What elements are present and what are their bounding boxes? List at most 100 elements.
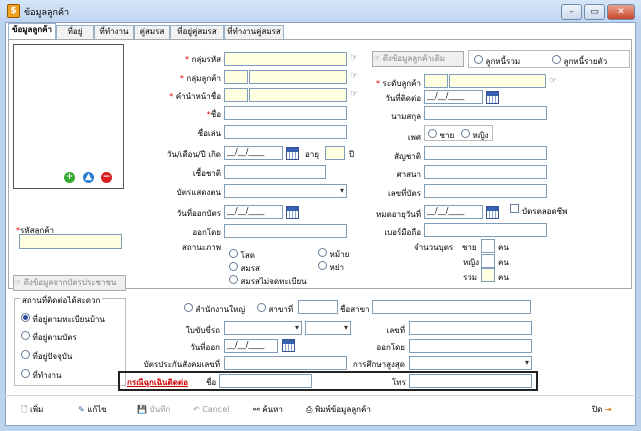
head-office-radio[interactable]: สำนักงานใหญ่ (184, 303, 245, 316)
nationality-input[interactable] (424, 146, 547, 160)
printer-icon: ⎙ (306, 405, 313, 414)
first-name-input[interactable] (224, 106, 347, 120)
id-number-input[interactable] (424, 184, 547, 198)
religion-label: ศาสนา (396, 170, 421, 179)
contact-option-current-address[interactable]: ที่อยู่ปัจจุบัน (21, 350, 72, 363)
ethnicity-input[interactable] (224, 165, 326, 179)
lifetime-card-checkbox[interactable] (510, 204, 519, 213)
emergency-phone-input[interactable] (409, 374, 532, 388)
window-title: ข้อมูลลูกค้า (24, 8, 70, 18)
customer-group-name-input[interactable] (249, 70, 347, 84)
issue-date-label: วันที่ออกบัตร (176, 209, 221, 218)
gender-female-radio[interactable]: หญิง (461, 129, 489, 142)
customer-level-label: ระดับลูกค้า (382, 79, 421, 88)
expiry-calendar-icon[interactable] (486, 206, 499, 219)
contact-option-id-card-address[interactable]: ที่อยู่ตามบัตร (21, 331, 77, 344)
status-divorced[interactable]: หย่า (318, 261, 344, 274)
exit-icon: ⇥ (604, 405, 612, 414)
social-security-input[interactable] (224, 356, 347, 370)
license-issue-date-calendar-icon[interactable] (282, 339, 295, 352)
tab-address[interactable]: ที่อยู่ (56, 25, 94, 39)
upload-photo-icon[interactable]: ▲ (83, 172, 94, 183)
status-widowed[interactable]: หม้าย (318, 248, 349, 261)
contact-date-input[interactable]: __/__/____ (424, 90, 483, 104)
print-button[interactable]: ⎙ พิมพ์ข้อมูลลูกค้า (306, 403, 371, 417)
main-customer-radio[interactable]: ลูกหนี้รวม (474, 55, 520, 68)
children-male-input[interactable] (481, 239, 495, 253)
birthdate-label: วัน/เดือน/ปี เกิด (167, 150, 221, 159)
mobile-input[interactable] (424, 223, 547, 237)
status-unregistered-married[interactable]: สมรสไม่จดทะเบียน (229, 275, 307, 288)
license-issued-by-input[interactable] (409, 339, 532, 353)
children-total-input[interactable] (481, 268, 495, 282)
issue-date-calendar-icon[interactable] (286, 206, 299, 219)
minimize-button[interactable]: – (561, 4, 582, 20)
customer-level-edit-icon[interactable]: ☞ (549, 76, 557, 86)
nickname-input[interactable] (224, 125, 347, 139)
contact-option-house-registration[interactable]: ที่อยู่ตามทะเบียนบ้าน (21, 313, 105, 326)
issued-by-input[interactable] (224, 224, 347, 238)
emergency-name-input[interactable] (219, 374, 312, 388)
pull-customer-button[interactable]: ☞ ดึงข้อมูลลูกค้าเดิม (372, 51, 464, 67)
tab-customer-info[interactable]: ข้อมูลลูกค้า (8, 23, 56, 39)
add-photo-icon[interactable]: + (64, 172, 75, 183)
save-button[interactable]: 💾 บันทึก (137, 403, 170, 417)
contact-option-workplace[interactable]: ที่ทำงาน (21, 369, 61, 382)
tab-workplace[interactable]: ที่ทำงาน (94, 25, 134, 39)
branch-name-input[interactable] (372, 300, 531, 314)
cancel-button[interactable]: ↶ Cancel (193, 403, 229, 417)
last-name-input[interactable] (424, 106, 547, 120)
group-code-edit-icon[interactable]: ☞ (350, 53, 358, 63)
photo-box (13, 44, 124, 189)
last-name-label: นามสกุล (391, 112, 421, 121)
emergency-name-label: ชื่อ (206, 378, 217, 387)
branch-number-input[interactable] (298, 300, 338, 314)
first-name-label: ชื่อ (210, 110, 221, 119)
expiry-date-input[interactable]: __/__/____ (424, 205, 483, 219)
license-type-select[interactable] (224, 321, 302, 335)
issue-date-input[interactable]: __/__/____ (224, 205, 283, 219)
group-code-input[interactable] (224, 52, 347, 66)
license-issued-by-label: ออกโดย (376, 343, 405, 352)
license-subtype-select[interactable] (305, 321, 351, 335)
customer-group-code-input[interactable] (224, 70, 248, 84)
customer-level-name-input[interactable] (449, 74, 546, 88)
branch-radio[interactable]: สาขาที่ (257, 303, 293, 316)
edit-button[interactable]: ✎ แก้ไข (78, 403, 107, 417)
cancel-icon: ↶ (193, 405, 200, 414)
id-card-type-select[interactable] (224, 184, 347, 198)
close-button[interactable]: ปิด ⇥ (592, 403, 612, 417)
tab-spouse-workplace[interactable]: ที่ทำงานคู่สมรส (224, 25, 284, 39)
age-input[interactable] (325, 146, 345, 160)
maximize-button[interactable]: ▭ (584, 4, 605, 20)
id-card-type-label: บัตรแสดงตน (176, 188, 221, 197)
children-female-label: หญิง (463, 258, 479, 267)
license-issue-date-input[interactable]: __/__/____ (224, 339, 278, 353)
tab-spouse[interactable]: คู่สมรส (134, 25, 170, 39)
nickname-label: ชื่อเล่น (197, 129, 221, 138)
customer-code-input[interactable] (19, 234, 122, 249)
status-single[interactable]: โสด (229, 249, 255, 262)
gender-male-radio[interactable]: ชาย (428, 129, 454, 142)
birthdate-calendar-icon[interactable] (286, 147, 299, 160)
license-number-input[interactable] (409, 321, 532, 335)
education-select[interactable] (409, 356, 532, 370)
status-label: สถานะภาพ (181, 243, 221, 252)
tab-spouse-address[interactable]: ที่อยู่คู่สมรส (170, 25, 224, 39)
remove-photo-icon[interactable]: − (101, 172, 112, 183)
religion-input[interactable] (424, 165, 547, 179)
nationality-label: สัญชาติ (394, 152, 421, 161)
title-prefix-name-input[interactable] (249, 88, 347, 102)
lifetime-card-label: บัตรตลอดชีพ (522, 207, 568, 216)
customer-level-code-input[interactable] (424, 74, 448, 88)
contact-date-calendar-icon[interactable] (486, 91, 499, 104)
children-female-input[interactable] (481, 254, 495, 268)
close-window-button[interactable]: ✕ (607, 4, 635, 20)
title-prefix-code-input[interactable] (224, 88, 248, 102)
pull-from-id-card-button[interactable]: ☞ ดึงข้อมูลจากบัตรประชาชน (13, 275, 126, 291)
add-button[interactable]: 🗋 เพิ่ม (21, 403, 43, 417)
status-married[interactable]: สมรส (229, 262, 260, 275)
sub-customer-radio[interactable]: ลูกหนี้รายตัว (552, 55, 607, 68)
search-button[interactable]: ⚯ ค้นหา (253, 403, 283, 417)
birthdate-input[interactable]: __/__/____ (224, 146, 283, 160)
